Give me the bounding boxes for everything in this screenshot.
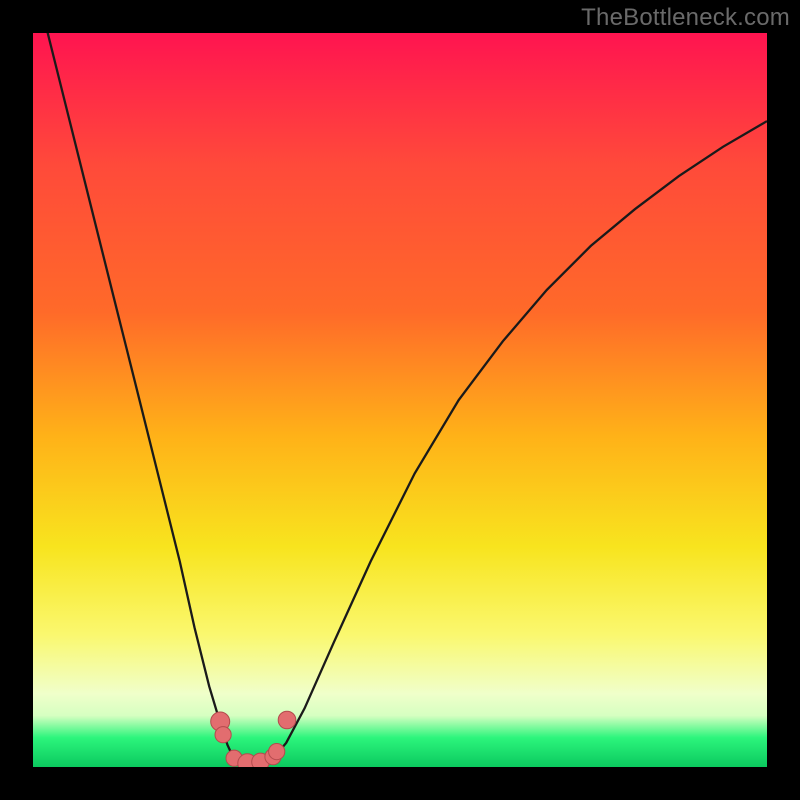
curve-layer <box>33 33 767 767</box>
plot-area <box>33 33 767 767</box>
bottleneck-curve <box>33 33 767 765</box>
curve-marker <box>269 744 285 760</box>
watermark-text: TheBottleneck.com <box>581 4 790 32</box>
chart-frame: TheBottleneck.com <box>0 0 800 800</box>
curve-marker <box>278 711 296 729</box>
curve-marker <box>215 727 231 743</box>
curve-markers <box>211 711 296 767</box>
